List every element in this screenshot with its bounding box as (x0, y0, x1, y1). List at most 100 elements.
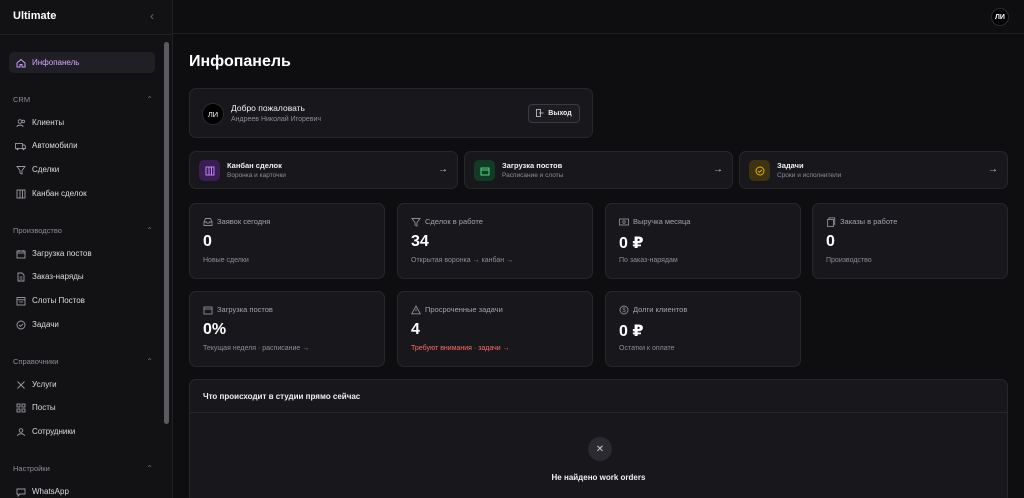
sidebar-item-deals[interactable]: Сделки (9, 159, 155, 180)
home-icon (15, 57, 26, 68)
topbar: ЛИ (173, 0, 1024, 34)
chat-icon (15, 486, 26, 497)
avatar: ЛИ (202, 103, 224, 125)
chevron-up-icon: ⌃ (146, 225, 153, 235)
sidebar-item-label: Инфопанель (32, 58, 80, 67)
sidebar-item-kanban[interactable]: Канбан сделок (9, 183, 155, 204)
stat-subtitle: По заказ-нарядам (619, 257, 678, 264)
sidebar-item-post-load[interactable]: Загрузка постов (9, 243, 155, 264)
stat-value: 4 (411, 321, 420, 338)
section-settings[interactable]: Настройки ⌃ (13, 462, 153, 474)
quick-link-title: Канбан сделок (227, 161, 282, 170)
team-icon (15, 426, 26, 437)
check-circle-icon (15, 319, 26, 330)
orders-icon (826, 217, 836, 227)
calendar-icon (15, 248, 26, 259)
sidebar-item-label: Задачи (32, 320, 59, 329)
sidebar-item-cars[interactable]: Автомобили (9, 135, 155, 156)
brand-logo[interactable]: Ultimate (13, 10, 56, 22)
stat-monthly-revenue[interactable]: Выручка месяца 0 ₽ По заказ-нарядам (605, 203, 801, 279)
kanban-icon (199, 160, 220, 181)
stat-value: 0 (203, 233, 212, 250)
stat-orders-in-progress[interactable]: Заказы в работе 0 Производство (812, 203, 1008, 279)
dollar-icon: $ (619, 305, 629, 315)
stat-value: 0% (203, 321, 227, 338)
arrow-right-icon: → (988, 164, 998, 175)
section-title: Производство (13, 225, 62, 235)
check-circle-icon (749, 160, 770, 181)
stat-label: Заявок сегодня (217, 217, 271, 226)
sidebar-item-label: Услуги (32, 380, 57, 389)
clock-icon (15, 295, 26, 306)
logout-icon (536, 108, 544, 119)
money-icon (619, 217, 629, 227)
sidebar-item-label: Сотрудники (32, 427, 76, 436)
stat-value: 0 (826, 233, 835, 250)
sidebar-item-label: WhatsApp (32, 487, 69, 496)
sidebar-scrollbar[interactable] (164, 42, 169, 424)
stat-client-debts[interactable]: $ Долги клиентов 0 ₽ Остатки к оплате (605, 291, 801, 367)
arrow-right-icon: → (438, 164, 448, 175)
stat-post-load[interactable]: Загрузка постов 0% Текущая неделя · расп… (189, 291, 385, 367)
section-crm[interactable]: CRM ⌃ (13, 93, 153, 105)
chevron-up-icon: ⌃ (146, 463, 153, 473)
sidebar-item-label: Клиенты (32, 118, 65, 127)
close-icon: ✕ (588, 437, 612, 461)
quick-link-tasks[interactable]: Задачи Сроки и исполнители → (739, 151, 1008, 189)
kanban-icon (15, 188, 26, 199)
stat-value: 34 (411, 233, 429, 250)
collapse-sidebar-icon[interactable]: ‹ (146, 9, 158, 23)
stat-label: Заказы в работе (840, 217, 898, 226)
stat-label: Просроченные задачи (425, 305, 503, 314)
sidebar-item-label: Сделки (32, 165, 60, 174)
stat-subtitle: Производство (826, 257, 872, 264)
section-production[interactable]: Производство ⌃ (13, 224, 153, 236)
chevron-up-icon: ⌃ (146, 356, 153, 366)
quick-link-subtitle: Расписание и слоты (502, 172, 564, 179)
sidebar-item-dashboard[interactable]: Инфопанель (9, 52, 155, 73)
warning-icon (411, 305, 421, 315)
divider (190, 412, 1007, 413)
filter-icon (411, 217, 421, 227)
activity-title: Что происходит в студии прямо сейчас (203, 392, 361, 401)
car-icon (15, 140, 26, 151)
user-avatar[interactable]: ЛИ (991, 8, 1009, 26)
stat-overdue-tasks[interactable]: Просроченные задачи 4 Требуют внимания ·… (397, 291, 593, 367)
stat-label: Долги клиентов (633, 305, 688, 314)
logout-button[interactable]: Выход (528, 104, 580, 123)
stat-subtitle: Открытая воронка → канбан → (411, 257, 514, 264)
stat-label: Загрузка постов (217, 305, 273, 314)
section-references[interactable]: Справочники ⌃ (13, 355, 153, 367)
users-icon (15, 117, 26, 128)
user-name: Андреев Николай Игоревич (231, 116, 322, 123)
stat-deals-in-progress[interactable]: Сделок в работе 34 Открытая воронка → ка… (397, 203, 593, 279)
stat-subtitle-alert[interactable]: Требуют внимания · задачи → (411, 345, 510, 352)
stat-subtitle: Новые сделки (203, 257, 249, 264)
inbox-icon (203, 217, 213, 227)
quick-link-title: Загрузка постов (502, 161, 563, 170)
quick-link-subtitle: Сроки и исполнители (777, 172, 842, 179)
sidebar-item-work-orders[interactable]: Заказ-наряды (9, 266, 155, 287)
sidebar-item-services[interactable]: Услуги (9, 374, 155, 395)
welcome-greeting: Добро пожаловать (231, 103, 305, 113)
sidebar-item-label: Заказ-наряды (32, 272, 84, 281)
sidebar-item-clients[interactable]: Клиенты (9, 112, 155, 133)
stat-value: 0 ₽ (619, 323, 644, 340)
calendar-icon (474, 160, 495, 181)
sidebar: Ultimate ‹ Инфопанель CRM ⌃ Клиенты Авто… (0, 0, 173, 498)
quick-link-post-load[interactable]: Загрузка постов Расписание и слоты → (464, 151, 733, 189)
sidebar-item-post-slots[interactable]: Слоты Постов (9, 290, 155, 311)
sidebar-item-posts[interactable]: Посты (9, 397, 155, 418)
sidebar-item-whatsapp[interactable]: WhatsApp (9, 481, 155, 498)
page-title: Инфопанель (189, 53, 291, 70)
sidebar-item-staff[interactable]: Сотрудники (9, 421, 155, 442)
quick-link-title: Задачи (777, 161, 804, 170)
quick-link-kanban[interactable]: Канбан сделок Воронка и карточки → (189, 151, 458, 189)
file-icon (15, 271, 26, 282)
stat-value: 0 ₽ (619, 235, 644, 252)
section-title: Справочники (13, 356, 59, 366)
stat-requests-today[interactable]: Заявок сегодня 0 Новые сделки (189, 203, 385, 279)
sidebar-item-tasks[interactable]: Задачи (9, 314, 155, 335)
sidebar-item-label: Слоты Постов (32, 296, 85, 305)
stat-subtitle: Остатки к оплате (619, 345, 675, 352)
